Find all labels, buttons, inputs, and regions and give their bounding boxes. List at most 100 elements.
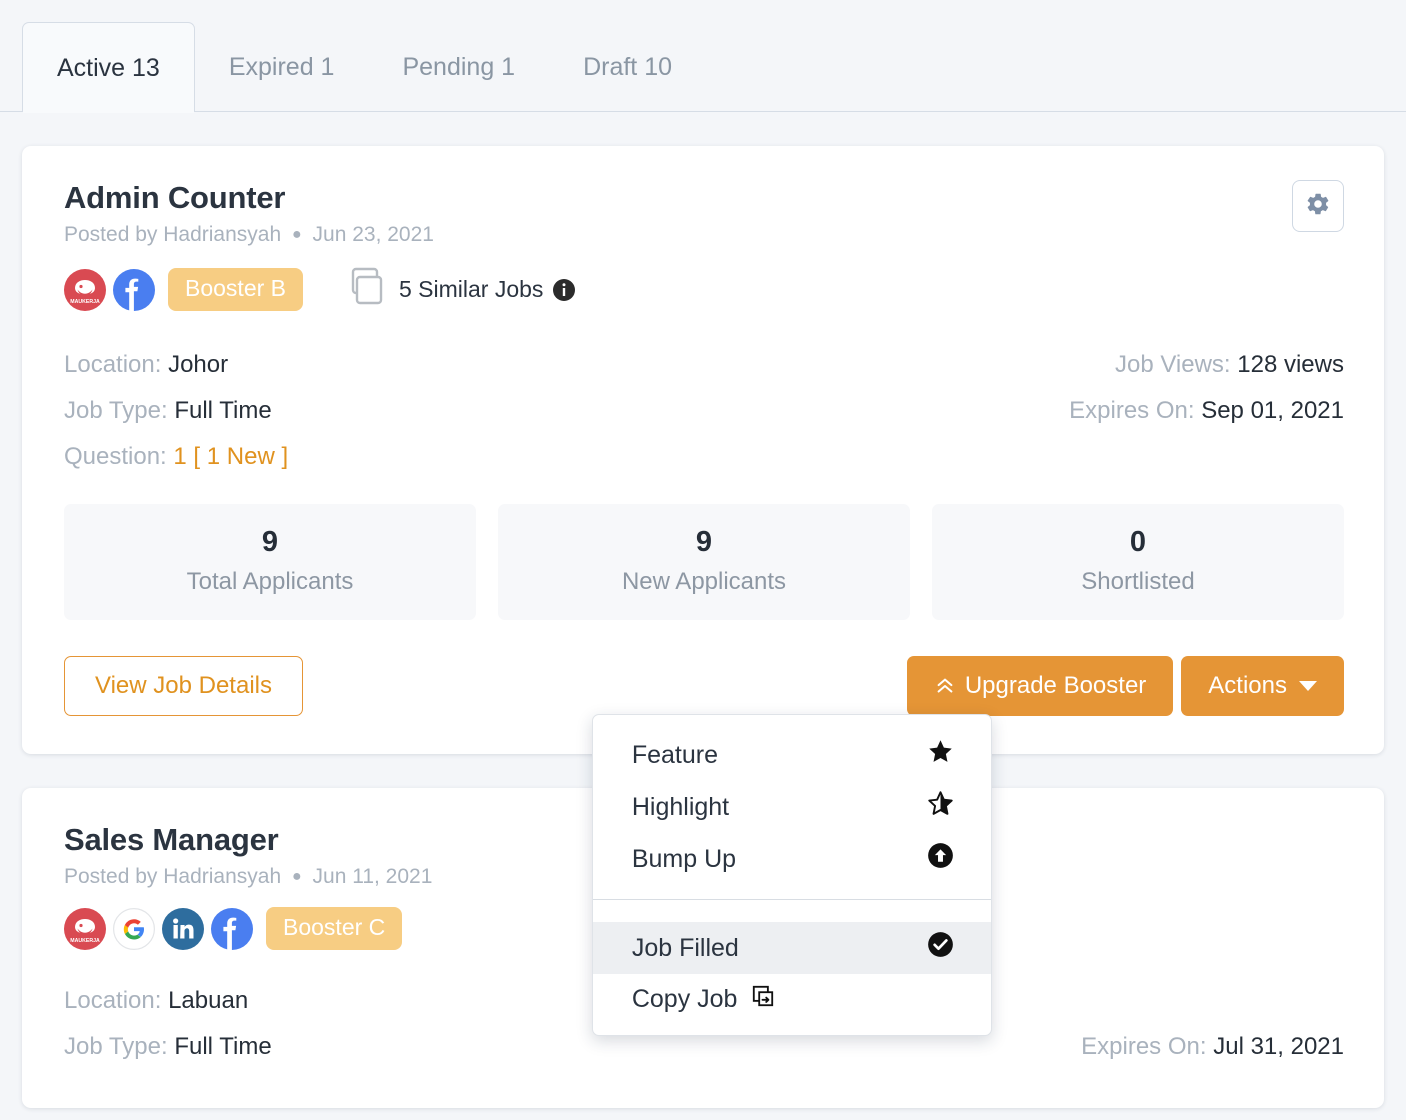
job-meta-right-2: Expires On: Jul 31, 2021 bbox=[1081, 978, 1344, 1070]
tab-expired-label: Expired 1 bbox=[228, 53, 335, 81]
meta-row-expires-on: Expires On: Sep 01, 2021 bbox=[1069, 388, 1344, 434]
job-list: Admin Counter Posted by Hadriansyah ● Ju… bbox=[0, 146, 1406, 1108]
booster-badge: Booster B bbox=[168, 268, 303, 311]
meta-label-job-type: Job Type: bbox=[64, 397, 168, 424]
gear-icon bbox=[1305, 191, 1331, 222]
stat-new-applicants-number: 9 bbox=[695, 526, 713, 558]
posted-date-2: Jun 11, 2021 bbox=[312, 865, 433, 888]
menu-item-copy-job[interactable]: Copy Job bbox=[593, 974, 991, 1025]
job-channels-row: MAUKERJA Booster B 5 Similar Jobs bbox=[64, 265, 1344, 314]
menu-separator bbox=[592, 899, 991, 900]
menu-item-bump-up[interactable]: Bump Up bbox=[593, 833, 991, 885]
meta-label-expires-on: Expires On: bbox=[1069, 397, 1195, 424]
stat-shortlisted[interactable]: 0 Shortlisted bbox=[932, 504, 1344, 620]
menu-item-job-filled-label: Job Filled bbox=[631, 933, 739, 962]
stat-shortlisted-number: 0 bbox=[1129, 526, 1147, 558]
meta-value-expires-on: Sep 01, 2021 bbox=[1201, 397, 1344, 424]
meta-separator-dot-2: ● bbox=[292, 868, 302, 885]
svg-text:MAUKERJA: MAUKERJA bbox=[70, 299, 100, 305]
menu-item-feature[interactable]: Feature bbox=[593, 729, 991, 781]
meta-label-location-2: Location: bbox=[64, 987, 162, 1014]
menu-item-highlight[interactable]: Highlight bbox=[593, 781, 991, 833]
job-settings-button[interactable] bbox=[1292, 180, 1344, 232]
tab-active-label: Active 13 bbox=[57, 54, 160, 82]
maukerja-icon[interactable]: MAUKERJA bbox=[64, 907, 106, 950]
google-icon[interactable] bbox=[113, 907, 155, 950]
meta-row-expires-on-2: Expires On: Jul 31, 2021 bbox=[1081, 1024, 1344, 1070]
svg-text:MAUKERJA: MAUKERJA bbox=[70, 938, 100, 944]
facebook-icon[interactable] bbox=[211, 907, 253, 950]
tab-pending-label: Pending 1 bbox=[402, 53, 516, 81]
meta-separator-dot: ● bbox=[292, 226, 302, 243]
maukerja-icon[interactable]: MAUKERJA bbox=[64, 268, 106, 311]
tab-draft-label: Draft 10 bbox=[583, 53, 673, 81]
meta-label-expires-on-2: Expires On: bbox=[1081, 1033, 1207, 1060]
booster-badge-2: Booster C bbox=[266, 907, 403, 950]
job-title: Admin Counter bbox=[64, 180, 286, 215]
posted-by-prefix: Posted by bbox=[64, 223, 158, 246]
meta-row-job-type-2: Job Type: Full Time bbox=[64, 1024, 272, 1070]
job-card-admin-counter: Admin Counter Posted by Hadriansyah ● Ju… bbox=[22, 146, 1384, 1036]
job-meta-left-2: Location: Labuan Job Type: Full Time bbox=[64, 978, 272, 1070]
meta-row-job-views: Job Views: 128 views bbox=[1069, 342, 1344, 388]
actions-dropdown-button[interactable]: Actions bbox=[1181, 656, 1344, 716]
view-job-details-button[interactable]: View Job Details bbox=[64, 656, 303, 716]
stat-total-applicants[interactable]: 9 Total Applicants bbox=[64, 504, 476, 620]
star-outline-icon bbox=[927, 790, 954, 824]
menu-item-copy-job-label: Copy Job bbox=[631, 985, 738, 1013]
meta-value-job-type: Full Time bbox=[174, 397, 272, 424]
job-meta-right: Job Views: 128 views Expires On: Sep 01,… bbox=[1069, 342, 1344, 480]
tab-expired[interactable]: Expired 1 bbox=[195, 22, 369, 112]
tab-active[interactable]: Active 13 bbox=[22, 22, 195, 113]
actions-dropdown-menu: Feature Highlight Bump Up Job Filled Cop… bbox=[591, 714, 992, 1036]
stat-new-applicants[interactable]: 9 New Applicants bbox=[498, 504, 910, 620]
posted-by-prefix-2: Posted by bbox=[64, 865, 158, 888]
upgrade-booster-button[interactable]: Upgrade Booster bbox=[906, 656, 1174, 716]
tab-draft[interactable]: Draft 10 bbox=[549, 22, 706, 112]
meta-value-location: Johor bbox=[168, 351, 229, 378]
stat-total-applicants-number: 9 bbox=[261, 526, 279, 558]
copy-stack-icon bbox=[345, 265, 389, 314]
job-card-title-block: Admin Counter Posted by Hadriansyah ● Ju… bbox=[64, 180, 434, 247]
job-card-header: Admin Counter Posted by Hadriansyah ● Ju… bbox=[64, 180, 1344, 247]
meta-row-job-type: Job Type: Full Time bbox=[64, 388, 288, 434]
chevron-down-icon bbox=[1299, 681, 1317, 691]
upgrade-booster-label: Upgrade Booster bbox=[964, 672, 1147, 699]
meta-value-expires-on-2: Jul 31, 2021 bbox=[1213, 1033, 1344, 1060]
meta-value-question[interactable]: 1 [ 1 New ] bbox=[173, 443, 288, 470]
meta-value-job-views: 128 views bbox=[1237, 351, 1344, 378]
linkedin-icon[interactable] bbox=[162, 907, 204, 950]
check-circle-icon bbox=[927, 931, 954, 965]
meta-label-job-type-2: Job Type: bbox=[64, 1033, 168, 1060]
meta-label-question: Question: bbox=[64, 443, 167, 470]
meta-label-location: Location: bbox=[64, 351, 162, 378]
menu-item-bump-up-label: Bump Up bbox=[631, 844, 737, 873]
info-icon[interactable] bbox=[552, 278, 576, 302]
star-filled-icon bbox=[927, 738, 954, 772]
job-meta-left: Location: Johor Job Type: Full Time Ques… bbox=[64, 342, 288, 480]
meta-label-job-views: Job Views: bbox=[1114, 351, 1231, 378]
stat-shortlisted-label: Shortlisted bbox=[1081, 568, 1195, 595]
job-stats: 9 Total Applicants 9 New Applicants 0 Sh… bbox=[64, 504, 1344, 620]
posted-by-name: Hadriansyah bbox=[163, 223, 282, 246]
menu-item-job-filled[interactable]: Job Filled bbox=[592, 922, 991, 974]
job-meta: Location: Johor Job Type: Full Time Ques… bbox=[64, 342, 1344, 480]
double-chevron-up-icon bbox=[934, 675, 956, 697]
posted-by-name-2: Hadriansyah bbox=[163, 865, 282, 888]
menu-item-highlight-label: Highlight bbox=[631, 792, 730, 821]
arrow-up-circle-icon bbox=[927, 842, 954, 876]
tab-pending[interactable]: Pending 1 bbox=[368, 22, 549, 112]
meta-row-location-2: Location: Labuan bbox=[64, 978, 272, 1024]
similar-jobs-group[interactable]: 5 Similar Jobs bbox=[345, 265, 576, 314]
actions-dropdown-label: Actions bbox=[1208, 672, 1287, 699]
stat-total-applicants-label: Total Applicants bbox=[186, 568, 354, 595]
meta-row-location: Location: Johor bbox=[64, 342, 288, 388]
facebook-icon[interactable] bbox=[113, 268, 155, 311]
job-status-tabs: Active 13 Expired 1 Pending 1 Draft 10 bbox=[0, 0, 1406, 113]
posted-date: Jun 23, 2021 bbox=[312, 223, 434, 246]
job-title-2: Sales Manager bbox=[64, 822, 279, 857]
meta-value-location-2: Labuan bbox=[168, 987, 249, 1014]
meta-value-job-type-2: Full Time bbox=[174, 1033, 272, 1060]
similar-jobs-label: 5 Similar Jobs bbox=[399, 276, 544, 302]
stat-new-applicants-label: New Applicants bbox=[621, 568, 787, 595]
